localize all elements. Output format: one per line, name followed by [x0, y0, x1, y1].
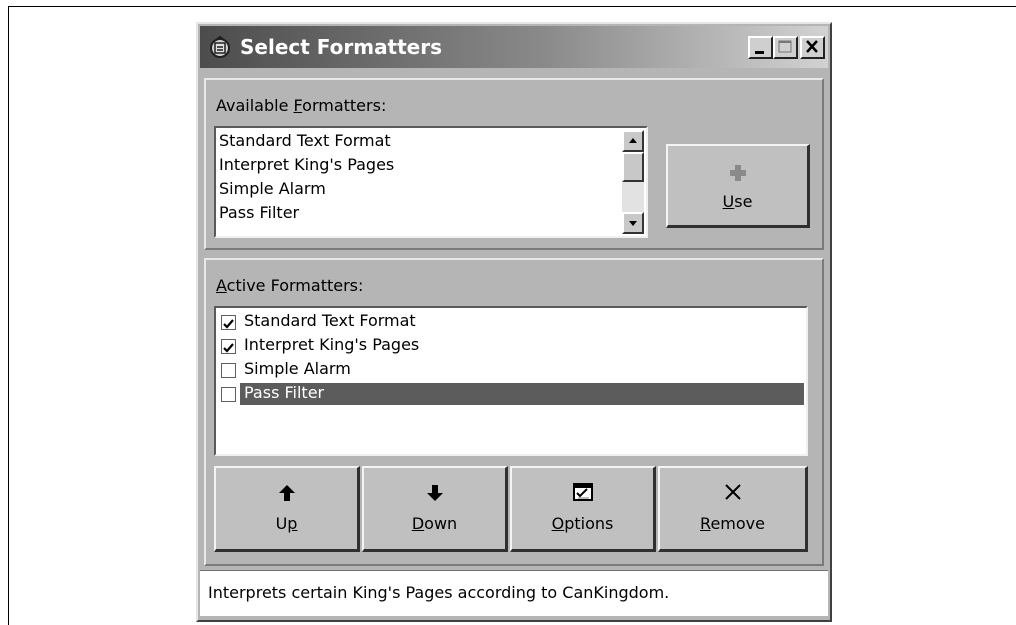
- arrow-down-icon: [426, 485, 443, 501]
- minimize-button[interactable]: [748, 36, 773, 59]
- active-item-label: Simple Alarm: [244, 359, 351, 378]
- options-icon: [572, 483, 593, 501]
- up-button-label: Up: [275, 514, 298, 533]
- minimize-icon: [755, 51, 764, 54]
- close-icon: [806, 40, 818, 53]
- window-title: Select Formatters: [240, 35, 443, 59]
- active-item-checkbox[interactable]: [221, 387, 236, 402]
- down-button[interactable]: Down: [362, 466, 508, 552]
- options-button[interactable]: Options: [510, 466, 656, 552]
- options-button-label: Options: [551, 514, 614, 533]
- checkmark-icon: [223, 343, 234, 353]
- active-formatters-list[interactable]: Standard Text Format Interpret King's Pa…: [214, 306, 808, 456]
- remove-button[interactable]: Remove: [658, 466, 808, 552]
- status-text: Interprets certain King's Pages accordin…: [208, 583, 670, 602]
- available-formatters-label: Available Formatters:: [216, 96, 387, 115]
- app-icon: [210, 35, 230, 58]
- scroll-up-arrow-icon: [629, 138, 637, 143]
- active-formatters-group: Active Formatters: Standard Text Format …: [204, 258, 824, 566]
- page-rule-top: [8, 6, 1016, 7]
- arrow-up-icon: [278, 485, 295, 501]
- active-item-label: Interpret King's Pages: [244, 335, 420, 354]
- status-bar: Interprets certain King's Pages accordin…: [200, 570, 828, 616]
- scroll-down-button[interactable]: [622, 212, 644, 234]
- select-formatters-dialog: Select Formatters Available Formatters: …: [196, 22, 832, 622]
- close-button[interactable]: [800, 36, 825, 59]
- available-item[interactable]: Standard Text Format: [219, 131, 391, 150]
- active-item-checkbox[interactable]: [221, 339, 236, 354]
- plus-icon: [729, 165, 746, 181]
- available-formatters-list[interactable]: Standard Text Format Interpret King's Pa…: [214, 126, 648, 238]
- remove-x-icon: [724, 484, 741, 500]
- active-formatters-label: Active Formatters:: [216, 276, 364, 295]
- title-bar[interactable]: Select Formatters: [200, 26, 828, 68]
- maximize-icon: [778, 40, 792, 53]
- available-item[interactable]: Pass Filter: [219, 203, 299, 222]
- available-item[interactable]: Simple Alarm: [219, 179, 326, 198]
- available-formatters-group: Available Formatters: Standard Text Form…: [204, 78, 824, 250]
- scroll-thumb[interactable]: [622, 152, 644, 182]
- down-button-label: Down: [411, 514, 458, 533]
- active-item-label: Pass Filter: [244, 383, 325, 402]
- checkmark-icon: [223, 319, 234, 329]
- remove-button-label: Remove: [700, 514, 765, 533]
- active-item-checkbox[interactable]: [221, 363, 236, 378]
- scroll-down-arrow-icon: [629, 221, 637, 226]
- active-item-label: Standard Text Format: [244, 311, 416, 330]
- active-item-checkbox[interactable]: [221, 315, 236, 330]
- use-button[interactable]: Use: [666, 144, 810, 228]
- use-button-label: Use: [722, 192, 753, 211]
- scroll-up-button[interactable]: [622, 130, 644, 152]
- available-list-scrollbar[interactable]: [622, 130, 644, 234]
- page-rule-left: [8, 6, 9, 625]
- available-item[interactable]: Interpret King's Pages: [219, 155, 394, 174]
- maximize-button[interactable]: [773, 36, 798, 59]
- up-button[interactable]: Up: [214, 466, 360, 552]
